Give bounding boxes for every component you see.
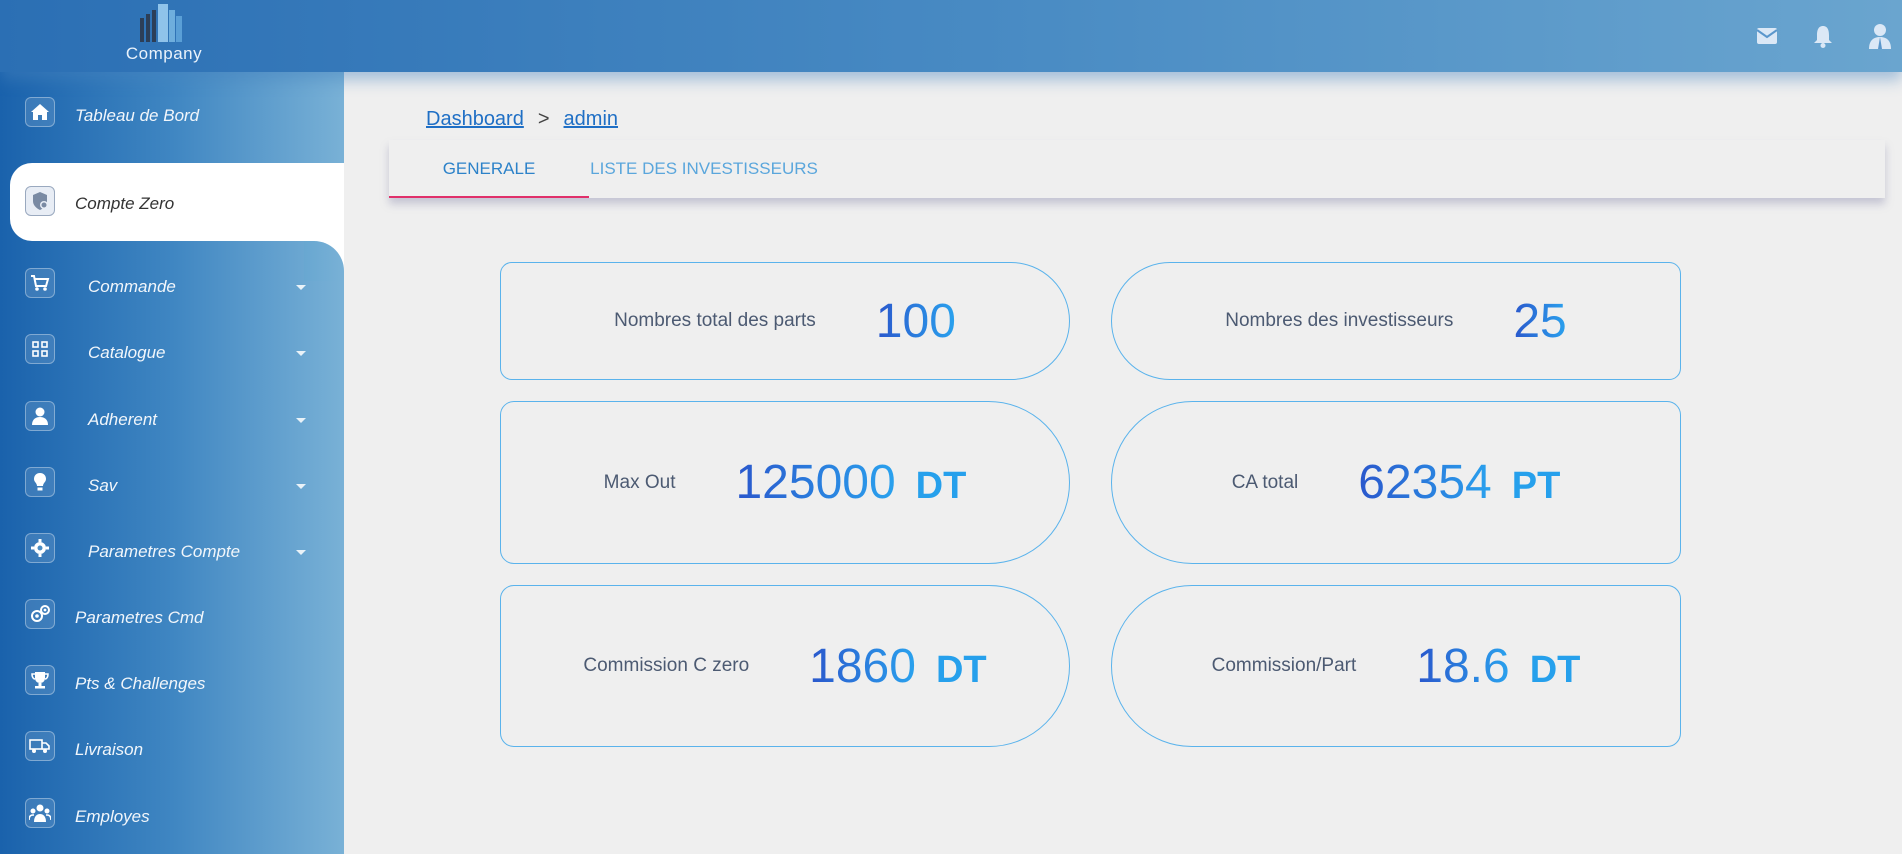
sidebar-item-commande[interactable]: Commande	[0, 258, 344, 318]
stat-card-commission-part: Commission/Part 18.6 DT	[1111, 585, 1681, 747]
buildings-icon	[140, 4, 182, 42]
sidebar-item-parametres-cmd[interactable]: Parametres Cmd	[0, 589, 344, 649]
stat-label: Max Out	[603, 471, 676, 493]
tab-generale[interactable]: GENERALE	[389, 140, 589, 198]
tab-liste-des-investisseurs[interactable]: LISTE DES INVESTISSEURS	[589, 140, 819, 198]
stat-label: CA total	[1231, 471, 1299, 493]
chevron-down-icon	[296, 484, 306, 489]
stat-label: Nombres des investisseurs	[1225, 310, 1454, 331]
sidebar-item-sav[interactable]: Sav	[0, 457, 344, 517]
cart-icon	[25, 268, 55, 298]
stat-value: 100	[875, 294, 956, 348]
stat-label: Commission C zero	[583, 655, 750, 676]
sidebar-item-catalogue[interactable]: Catalogue	[0, 324, 344, 384]
stat-card-total-parts: Nombres total des parts 100	[500, 262, 1070, 380]
mail-icon[interactable]	[1751, 20, 1783, 52]
sidebar-item-employes[interactable]: Employes	[0, 788, 344, 848]
sidebar-item-parametres-compte[interactable]: Parametres Compte	[0, 523, 344, 583]
stat-unit: DT	[915, 465, 967, 507]
stat-unit: DT	[1529, 648, 1581, 691]
top-bar: Company	[0, 0, 1902, 72]
sidebar-item-label: Employes	[75, 807, 150, 826]
stat-value: 62354	[1358, 456, 1492, 509]
team-icon	[25, 798, 55, 828]
breadcrumb: Dashboard > admin	[426, 108, 618, 131]
home-icon	[25, 97, 55, 127]
grid-icon	[25, 334, 55, 364]
sidebar-item-adherent[interactable]: Adherent	[0, 391, 344, 451]
sidebar-item-label: Commande	[88, 277, 176, 296]
sidebar-item-livraison[interactable]: Livraison	[0, 721, 344, 781]
stat-unit: PT	[1511, 465, 1561, 507]
breadcrumb-dashboard-link[interactable]: Dashboard	[426, 108, 524, 130]
sidebar-item-label: Parametres Compte	[88, 542, 241, 561]
shield-icon	[25, 186, 55, 216]
sidebar-item-label: Pts & Challenges	[75, 674, 206, 693]
sidebar-item-compte-zero[interactable]: Compte Zero	[0, 171, 344, 231]
trophy-icon	[25, 665, 55, 695]
sidebar: Tableau de Bord Compte Zero Commande Cat…	[0, 72, 344, 854]
gears-icon	[25, 599, 55, 629]
sidebar-item-label: Parametres Cmd	[75, 608, 204, 627]
chevron-down-icon	[296, 418, 306, 423]
sidebar-item-label: Compte Zero	[75, 194, 175, 213]
stat-value: 125000	[735, 456, 896, 509]
breadcrumb-separator: >	[537, 108, 550, 130]
stat-unit: DT	[935, 648, 987, 691]
user-icon[interactable]	[1864, 20, 1896, 52]
main-content: Dashboard > admin GENERALE LISTE DES INVES…	[344, 72, 1902, 854]
chevron-down-icon	[296, 550, 306, 555]
stat-card-max-out: Max Out 125000 DT	[500, 401, 1070, 564]
sidebar-item-label: Adherent	[88, 410, 157, 429]
truck-icon	[25, 731, 55, 761]
bulb-icon	[25, 467, 55, 497]
tab-bar: GENERALE LISTE DES INVESTISSEURS	[389, 140, 1885, 198]
gear-icon	[25, 533, 55, 563]
sidebar-item-label: Catalogue	[88, 343, 166, 362]
stat-label: Commission/Part	[1211, 655, 1357, 676]
sidebar-item-label: Tableau de Bord	[75, 106, 200, 125]
bell-icon[interactable]	[1807, 20, 1839, 52]
stat-card-investisseurs: Nombres des investisseurs 25	[1111, 262, 1681, 380]
breadcrumb-admin-link[interactable]: admin	[564, 108, 618, 130]
stat-value: 25	[1513, 294, 1567, 348]
chevron-down-icon	[296, 285, 306, 290]
chevron-down-icon	[296, 351, 306, 356]
logo-text: Company	[125, 44, 203, 63]
person-icon	[25, 401, 55, 431]
stat-label: Nombres total des parts	[614, 310, 816, 331]
stat-card-commission-c-zero: Commission C zero 1860 DT	[500, 585, 1070, 747]
sidebar-item-label: Livraison	[75, 740, 144, 759]
stat-card-ca-total: CA total 62354 PT	[1111, 401, 1681, 564]
sidebar-item-pts-challenges[interactable]: Pts & Challenges	[0, 655, 344, 715]
active-curve-bottom	[304, 241, 344, 281]
company-logo[interactable]: Company	[108, 4, 220, 66]
sidebar-item-tableau-de-bord[interactable]: Tableau de Bord	[0, 87, 344, 147]
stat-value: 18.6	[1416, 639, 1510, 693]
sidebar-item-label: Sav	[88, 476, 118, 495]
stat-value: 1860	[809, 639, 916, 693]
